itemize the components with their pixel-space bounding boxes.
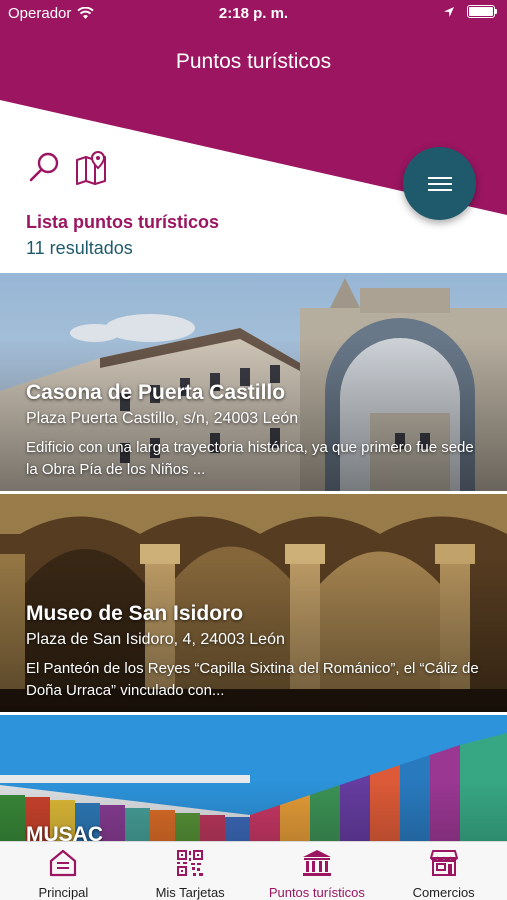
card-title: Museo de San Isidoro xyxy=(26,602,244,625)
tab-comercios[interactable]: Comercios xyxy=(380,842,507,900)
museum-icon xyxy=(302,850,331,876)
status-bar: Operador 2:18 p. m. xyxy=(0,0,507,30)
results-count: 11 resultados xyxy=(26,238,133,258)
qr-code-icon xyxy=(177,850,204,876)
tab-puntos-turisticos[interactable]: Puntos turísticos xyxy=(254,842,381,900)
menu-fab-button[interactable] xyxy=(403,147,476,220)
tab-label: Puntos turísticos xyxy=(268,885,365,900)
tab-principal[interactable]: Principal xyxy=(0,842,127,900)
map-icon[interactable] xyxy=(74,150,110,186)
tab-label: Mis Tarjetas xyxy=(155,885,225,900)
card-description: Edificio con una larga trayectoria histó… xyxy=(26,439,474,478)
list-title: Lista puntos turísticos xyxy=(26,212,220,232)
card-address: Plaza Puerta Castillo, s/n, 24003 León xyxy=(26,410,299,427)
store-icon xyxy=(429,850,458,876)
location-arrow-icon xyxy=(444,6,454,17)
tab-bar: Principal Mis Tarjetas Puntos turísticos… xyxy=(0,841,507,900)
list-item[interactable]: Museo de San Isidoro Plaza de San Isidor… xyxy=(0,494,507,712)
page-title: Puntos turísticos xyxy=(175,50,332,73)
principal-icon xyxy=(50,849,77,877)
tab-label: Comercios xyxy=(412,885,475,900)
tab-label: Principal xyxy=(38,885,89,900)
card-description: El Panteón de los Reyes “Capilla Sixtina… xyxy=(26,660,479,699)
status-time: 2:18 p. m. xyxy=(218,5,289,22)
tab-mis-tarjetas[interactable]: Mis Tarjetas xyxy=(127,842,254,900)
battery-icon xyxy=(467,5,497,18)
card-address: Plaza de San Isidoro, 4, 24003 León xyxy=(26,631,285,648)
search-icon[interactable] xyxy=(27,150,63,186)
card-title: Casona de Puerta Castillo xyxy=(26,381,286,404)
hamburger-menu-icon xyxy=(427,176,452,191)
list-item[interactable]: Casona de Puerta Castillo Plaza Puerta C… xyxy=(0,273,507,491)
